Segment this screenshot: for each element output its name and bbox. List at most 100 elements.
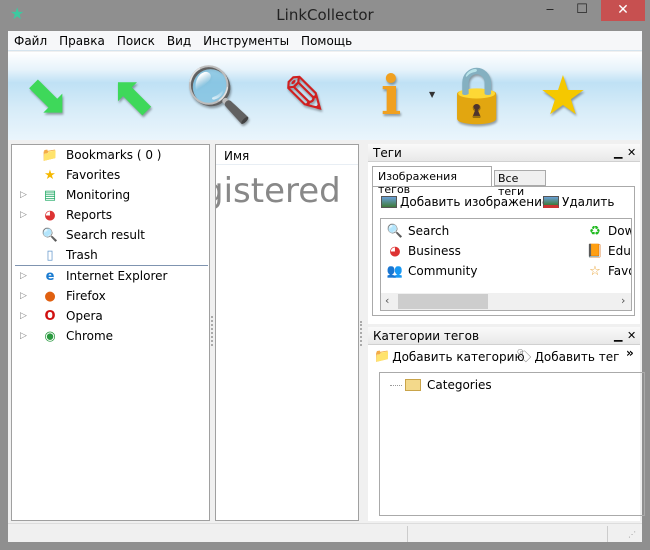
star-icon: ★ [44,167,56,183]
menu-view[interactable]: Вид [161,31,197,48]
tree-item-label: Monitoring [66,188,131,202]
expand-arrow-icon[interactable]: ▷ [20,331,30,341]
tree-item-label: Search result [66,228,145,242]
unregistered-watermark: gistered [215,171,341,211]
tree-item-browser[interactable]: ▷ ◉ Chrome [12,326,208,346]
monitor-icon: ▤ [43,187,57,203]
padlock-icon: 🔒 [443,63,511,126]
toolbar-button-info[interactable]: ℹ ▼ [356,62,435,128]
menu-file[interactable]: Файл [8,31,53,48]
tag-image-item[interactable]: ◕ Business [387,241,461,261]
minimize-button[interactable]: ‒ [540,2,560,18]
tree-item-browser[interactable]: ▷ e Internet Explorer [12,266,208,286]
tag-image-item[interactable]: ♻ Down [587,221,631,241]
tag-image-label: Search [408,224,450,238]
tree-item[interactable]: ▷ ◕ Reports [12,205,208,225]
tree-item-label: Chrome [66,329,114,343]
tag-image-item[interactable]: 📙 Educa [586,241,631,261]
categories-panel-title: Категории тегов [373,329,480,343]
add-tag-label: Добавить тег [534,349,620,364]
tree-item[interactable]: ★ Favorites [12,165,208,185]
resize-grip-icon[interactable]: ⋰ [628,530,636,539]
title-bar: ★ LinkCollector ‒ ☐ ✕ [0,0,650,31]
firefox-icon: ● [44,288,56,304]
internet-explorer-icon: e [45,268,55,284]
tree-item[interactable]: ▷ ▤ Monitoring [12,185,208,205]
scroll-right-icon[interactable]: › [621,294,625,307]
info-icon: ℹ [380,63,402,127]
toolbar-button-padlock[interactable]: 🔒 [442,62,512,128]
menu-search[interactable]: Поиск [111,31,161,48]
tab-all-tags[interactable]: Все теги [494,170,546,198]
menu-help[interactable]: Помощь [295,31,358,48]
add-tag-button[interactable]: 🏷 Добавить тег [516,349,619,364]
dropdown-arrow-icon[interactable]: ▼ [429,90,435,99]
tag-image-item[interactable]: ☆ Favor [587,261,631,281]
tree-item-browser[interactable]: ▷ ● Firefox [12,286,208,306]
status-bar: ⋰ [8,523,642,542]
client-area: Файл Правка Поиск Вид Инструменты Помощь ⬊ ⬉ 🔍 ✎… [8,31,645,542]
trash-icon: ▯ [46,247,54,263]
toolbar-button-upload-arrow[interactable]: ⬉ [98,62,168,128]
expand-arrow-icon[interactable]: ▷ [20,311,30,321]
tree-item[interactable]: 📁 Bookmarks ( 0 ) [12,145,208,165]
magnifier-icon: 🔍 [185,63,253,126]
tree-item-browser[interactable]: ▷ O Opera [12,306,208,326]
horizontal-scrollbar[interactable]: ‹ › [381,293,631,310]
toolbar-button-star[interactable]: ★ [528,62,598,128]
column-header-name[interactable]: Имя [216,145,358,165]
add-tag-icon: 🏷 [516,349,533,364]
download-arrow-icon: ⬊ [24,63,70,127]
minimize-panel-icon[interactable]: ▁ [614,146,622,159]
splitter-handle-right[interactable] [360,321,363,346]
minimize-panel-icon[interactable]: ▁ [614,329,622,342]
scrollbar-thumb[interactable] [398,294,488,309]
tag-image-item[interactable]: 👥 Community [387,261,478,281]
add-category-icon: 📁 [374,349,391,364]
splitter-handle[interactable] [211,316,214,346]
toolbar-button-edit-pencil[interactable]: ✎ [270,62,340,128]
tree-item-label: Favorites [66,168,121,182]
add-image-button[interactable]: Добавить изображение [381,195,549,209]
star-icon: ★ [538,63,588,127]
toolbar-overflow-button[interactable]: » [626,346,634,360]
close-panel-icon[interactable]: ✕ [627,329,636,342]
categories-tree[interactable]: Categories [379,372,645,516]
tree-item-label: Opera [66,309,103,323]
menu-tools[interactable]: Инструменты [197,31,295,48]
expand-arrow-icon[interactable]: ▷ [20,271,30,281]
tab-tag-images[interactable]: Изображения тегов [372,166,492,196]
tree-item-label: Trash [66,248,98,262]
tag-image-list[interactable]: 🔍 Search ◕ Business 👥 Community ♻ Down 📙 Educa ☆ Fa… [380,218,632,311]
close-button[interactable]: ✕ [601,0,645,21]
tree-item-label: Firefox [66,289,106,303]
delete-button[interactable]: Удалить [543,195,615,209]
search-icon: 🔍 [386,223,404,239]
bookmark-list[interactable]: Имя gistered [215,144,359,521]
add-category-button[interactable]: 📁 Добавить категорию [374,349,525,364]
education-book-icon: 📙 [586,243,604,259]
scroll-left-icon[interactable]: ‹ [385,294,389,307]
expand-arrow-icon[interactable]: ▷ [20,210,30,220]
menu-edit[interactable]: Правка [53,31,111,48]
chrome-icon: ◉ [44,328,56,344]
toolbar-button-magnifier[interactable]: 🔍 [184,62,254,128]
expand-arrow-icon[interactable]: ▷ [20,190,30,200]
tag-image-item[interactable]: 🔍 Search [387,221,449,241]
tree-item-label: Internet Explorer [66,269,168,283]
folder-icon [405,379,421,391]
bookmark-tree[interactable]: 📁 Bookmarks ( 0 ) ★ Favorites ▷ ▤ Monitoring ▷ ◕… [11,144,210,521]
expand-arrow-icon[interactable]: ▷ [20,291,30,301]
tree-item[interactable]: 🔍 Search result [12,225,208,245]
tags-panel: Теги ▁ ✕ Изображения тегов Все теги Доба… [368,144,640,324]
close-panel-icon[interactable]: ✕ [627,146,636,159]
edit-pencil-icon: ✎ [282,63,328,127]
categories-root-node[interactable]: Categories [390,375,492,395]
add-image-label: Добавить изображение [400,195,550,209]
categories-panel-header: Категории тегов [368,327,640,345]
maximize-button[interactable]: ☐ [572,2,592,18]
tag-image-label: Favor [608,264,631,278]
toolbar-button-download-arrow[interactable]: ⬊ [12,62,82,128]
tree-item[interactable]: ▯ Trash [12,245,208,265]
tree-line [390,384,402,386]
